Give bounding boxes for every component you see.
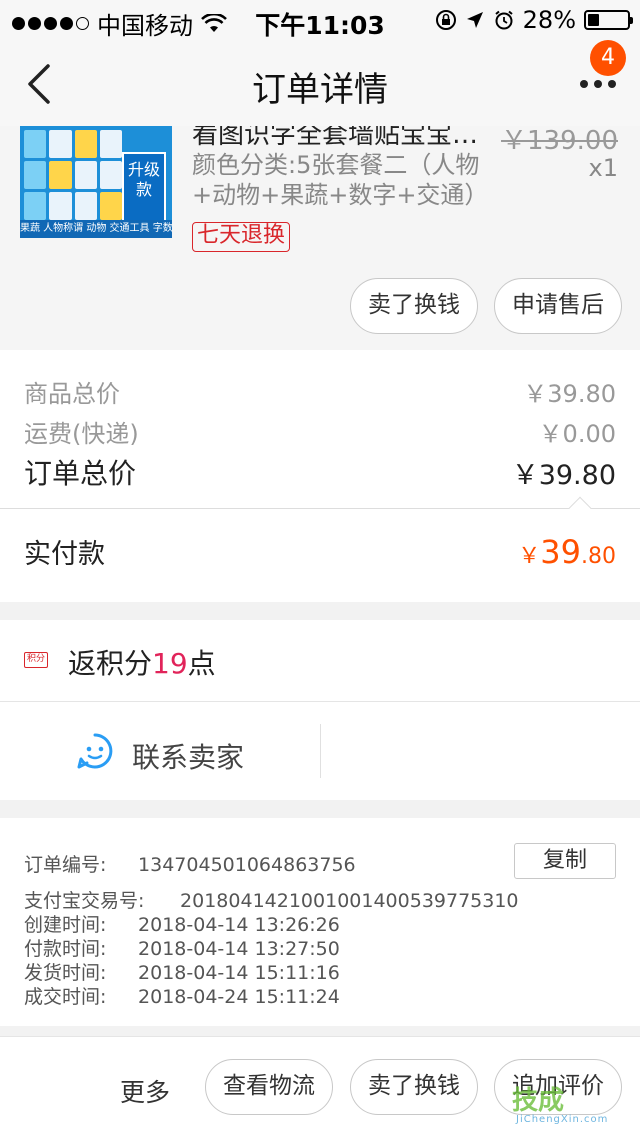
points-number: 19 <box>152 647 188 680</box>
points-row: 积分 返积分19点 <box>0 620 640 702</box>
watermark-logo: 技成 JiChengXin.com <box>512 1080 630 1130</box>
product-image-caption: 果蔬 人物称谓 动物 交通工具 字数字 <box>20 220 172 238</box>
more-options-icon[interactable] <box>580 80 616 88</box>
order-info: 订单编号: 134704501064863756 复制 支付宝交易号: 2018… <box>0 818 640 1026</box>
nav-bar: 订单详情 4 <box>0 40 640 126</box>
watermark-url: JiChengXin.com <box>516 1114 609 1125</box>
alarm-icon <box>495 10 513 30</box>
shipped-row: 发货时间: 2018-04-14 15:11:16 <box>24 958 340 985</box>
done-row: 成交时间: 2018-04-24 15:11:24 <box>24 982 340 1009</box>
watermark-text: 技成 <box>512 1086 565 1116</box>
shipping-label: 运费(快递) <box>24 420 139 448</box>
divider <box>0 508 640 510</box>
sell-button[interactable]: 卖了换钱 <box>350 278 478 334</box>
more-button[interactable]: 更多 <box>120 1073 170 1109</box>
contact-section: 联系卖家 <box>0 702 640 800</box>
goods-total-label: 商品总价 <box>24 380 120 408</box>
paid-label: 实付款 <box>24 539 105 570</box>
battery-percent: 28% <box>522 6 576 34</box>
product-original-price: ￥139.00 <box>501 126 618 156</box>
alipay-label: 支付宝交易号: <box>24 890 145 912</box>
chat-face-icon[interactable] <box>76 732 114 770</box>
order-number-row: 订单编号: 134704501064863756 <box>24 850 356 877</box>
goods-total-row: 商品总价 ￥39.80 <box>24 374 616 409</box>
paid-row: 实付款 ￥39.80 <box>24 532 616 571</box>
paid-time: 2018-04-14 13:27:50 <box>138 938 340 960</box>
page-title: 订单详情 <box>252 70 388 110</box>
order-number: 134704501064863756 <box>138 854 356 876</box>
price-summary: 商品总价 ￥39.80 运费(快递) ￥0.00 订单总价 ￥39.80 实付款… <box>0 350 640 602</box>
shipped-time: 2018-04-14 15:11:16 <box>138 962 340 984</box>
paid-decimal: .80 <box>581 543 616 569</box>
status-right: 28% <box>435 6 633 34</box>
bottom-action-bar: 更多 查看物流 卖了换钱 追加评价 技成 JiChengXin.com <box>0 1036 640 1136</box>
done-time: 2018-04-24 15:11:24 <box>138 986 340 1008</box>
product-section: 升级款 果蔬 人物称谓 动物 交通工具 字数字 看图识字全套墙贴宝宝启蒙 ￥13… <box>0 126 640 350</box>
after-sales-button[interactable]: 申请售后 <box>494 278 622 334</box>
divider-notch <box>568 496 592 520</box>
done-label: 成交时间: <box>24 986 107 1008</box>
order-total-value: ￥39.80 <box>511 459 616 491</box>
created-row: 创建时间: 2018-04-14 13:26:26 <box>24 910 340 937</box>
paid-amount: ￥39.80 <box>518 533 616 571</box>
product-image[interactable]: 升级款 果蔬 人物称谓 动物 交通工具 字数字 <box>20 126 172 238</box>
alipay-number: 2018041421001001400539775310 <box>180 890 519 912</box>
product-name[interactable]: 看图识字全套墙贴宝宝启蒙 <box>192 126 492 151</box>
product-image-badge: 升级款 <box>122 152 166 222</box>
points-text: 返积分19点 <box>68 642 216 682</box>
points-suffix: 点 <box>187 647 216 680</box>
paid-integer: 39 <box>540 532 581 571</box>
created-time: 2018-04-14 13:26:26 <box>138 914 340 936</box>
rotation-lock-icon <box>435 10 456 30</box>
return-policy-tag: 七天退换 <box>192 222 291 252</box>
product-spec: 颜色分类:5张套餐二（人物+动物+果蔬+数字+交通） <box>192 151 489 209</box>
status-bar: 中国移动 下午11:03 28% <box>0 0 640 40</box>
battery-icon <box>584 10 633 30</box>
order-total-label: 订单总价 <box>24 457 137 490</box>
paid-time-label: 付款时间: <box>24 938 107 960</box>
copy-button[interactable]: 复制 <box>514 843 616 879</box>
points-icon: 积分 <box>24 652 48 668</box>
contact-seller-button[interactable]: 联系卖家 <box>132 736 244 776</box>
alipay-row: 支付宝交易号: 2018041421001001400539775310 <box>24 886 519 913</box>
goods-total-value: ￥39.80 <box>523 380 616 408</box>
shipped-label: 发货时间: <box>24 962 107 984</box>
shipping-value: ￥0.00 <box>538 420 616 448</box>
paid-time-row: 付款时间: 2018-04-14 13:27:50 <box>24 934 340 961</box>
notification-badge: 4 <box>590 40 626 76</box>
product-quantity: x1 <box>588 154 618 182</box>
sell-item-button[interactable]: 卖了换钱 <box>350 1059 478 1115</box>
order-total-row: 订单总价 ￥39.80 <box>24 452 616 492</box>
shipping-row: 运费(快递) ￥0.00 <box>24 414 616 449</box>
created-label: 创建时间: <box>24 914 107 936</box>
paid-currency: ￥ <box>518 543 541 569</box>
contact-separator <box>320 724 321 778</box>
location-arrow-icon <box>466 12 483 28</box>
view-logistics-button[interactable]: 查看物流 <box>205 1059 333 1115</box>
order-number-label: 订单编号: <box>24 854 107 876</box>
points-prefix: 返积分 <box>68 647 153 680</box>
